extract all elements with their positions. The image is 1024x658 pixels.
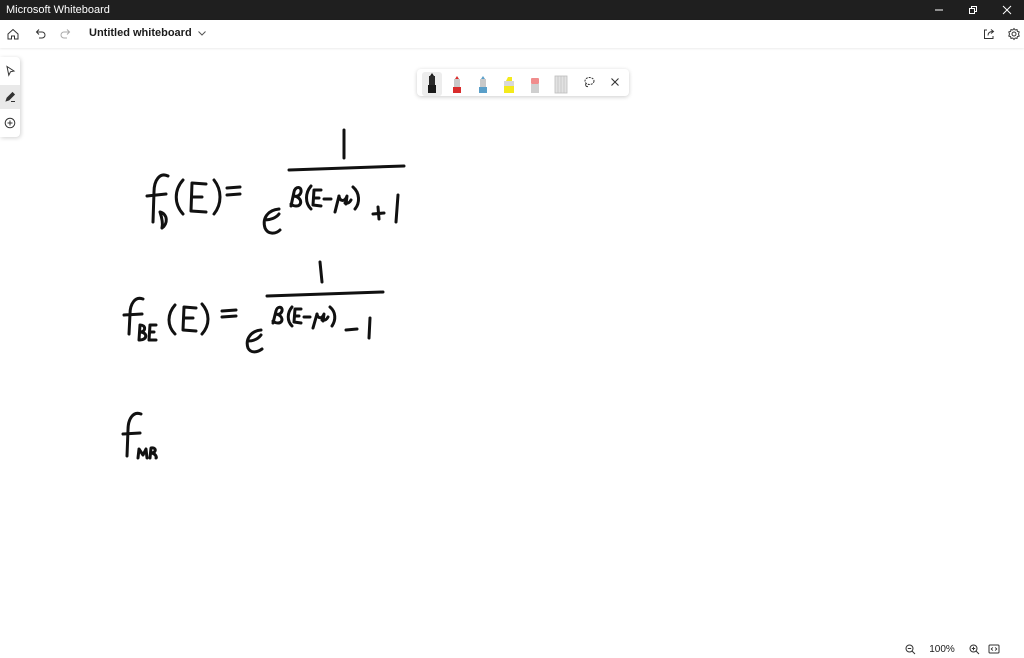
zoom-out-button[interactable]: [900, 640, 920, 658]
restore-icon: [969, 6, 977, 14]
undo-icon: [35, 29, 46, 39]
zoom-in-button[interactable]: [964, 640, 984, 658]
restore-button[interactable]: [956, 0, 990, 20]
minimize-icon: [935, 9, 943, 11]
minimize-button[interactable]: [922, 0, 956, 20]
undo-button[interactable]: [27, 21, 53, 47]
fit-to-screen-button[interactable]: [984, 640, 1004, 658]
ink-fermi-dirac[interactable]: [145, 128, 406, 235]
app-header: Untitled whiteboard: [0, 20, 1024, 48]
share-icon: [984, 29, 995, 39]
zoom-level[interactable]: 100%: [920, 644, 964, 655]
zoom-in-icon: [969, 644, 979, 654]
home-button[interactable]: [0, 21, 26, 47]
title-bar: Microsoft Whiteboard: [0, 0, 1024, 20]
ink-bose-einstein[interactable]: [122, 260, 385, 354]
ink-layer: [121, 128, 406, 460]
zoom-bar: 100%: [900, 640, 1020, 658]
zoom-out-icon: [905, 644, 915, 654]
fit-to-screen-icon: [988, 644, 1000, 654]
board-title: Untitled whiteboard: [89, 27, 192, 39]
share-button[interactable]: [976, 21, 1002, 47]
window-title: Microsoft Whiteboard: [6, 4, 110, 16]
chevron-down-icon: [197, 31, 206, 36]
redo-icon: [60, 29, 71, 39]
redo-button[interactable]: [53, 21, 79, 47]
board-title-dropdown[interactable]: Untitled whiteboard: [89, 27, 207, 39]
ink-maxwell-boltzmann[interactable]: [121, 411, 158, 460]
close-window-icon: [1002, 5, 1012, 15]
gear-icon: [1008, 27, 1020, 41]
window-controls: [922, 0, 1024, 20]
home-icon: [7, 28, 19, 40]
whiteboard-canvas[interactable]: [0, 48, 1024, 640]
settings-button[interactable]: [1001, 21, 1024, 47]
close-window-button[interactable]: [990, 0, 1024, 20]
